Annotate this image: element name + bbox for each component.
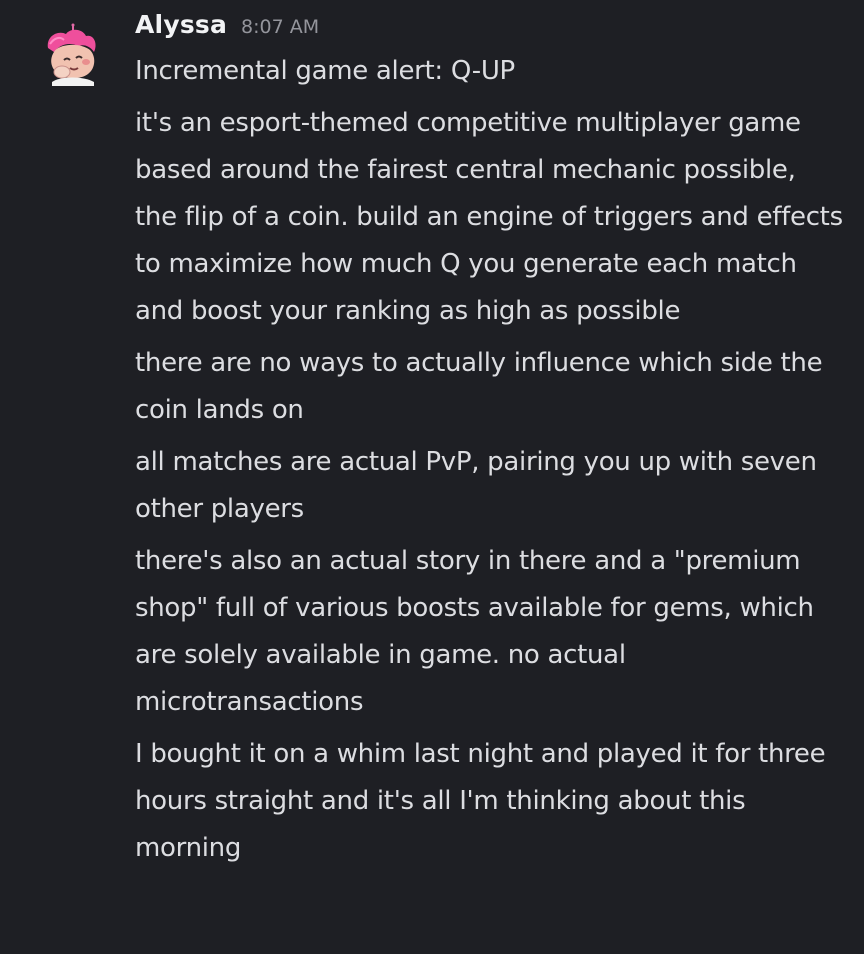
username[interactable]: Alyssa bbox=[135, 10, 227, 39]
message-text: I bought it on a whim last night and pla… bbox=[135, 739, 826, 863]
message-text: all matches are actual PvP, pairing you … bbox=[135, 447, 817, 524]
message-content: Alyssa 8:07 AM Incremental game alert: Q… bbox=[135, 10, 845, 877]
avatar-image bbox=[47, 23, 96, 86]
timestamp: 8:07 AM bbox=[241, 16, 320, 38]
message-text: Incremental game alert: Q-UP bbox=[135, 56, 515, 86]
message-text: there are no ways to actually influence … bbox=[135, 348, 823, 425]
message-text: it's an esport-themed competitive multip… bbox=[135, 108, 843, 326]
avatar[interactable] bbox=[40, 22, 104, 86]
message-text: there's also an actual story in there an… bbox=[135, 546, 814, 717]
message-header: Alyssa 8:07 AM bbox=[135, 10, 845, 48]
chat-view: Alyssa 8:07 AM Incremental game alert: Q… bbox=[0, 0, 864, 954]
